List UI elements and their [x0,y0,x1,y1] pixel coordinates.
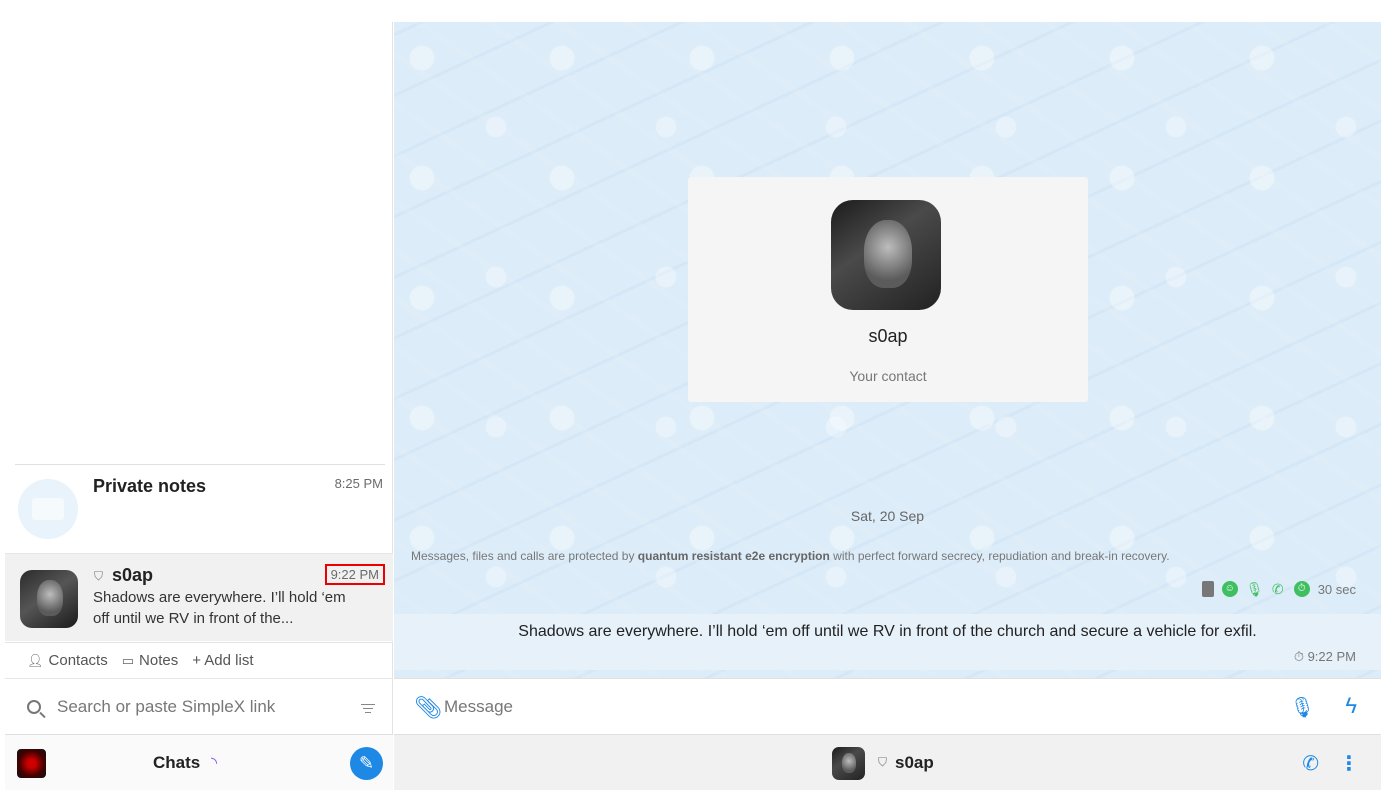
pencil-icon: ✎ [358,753,375,773]
reaction-icon: ☺ [1221,581,1238,597]
verified-shield-icon: ⛉ [878,755,888,769]
message-time: ⏱︎ 9:22 PM [1293,649,1356,664]
notes-folder-icon [18,479,78,539]
chat-filter-tags: 👤︎ Contacts ▭ Notes + Add list [5,642,393,678]
date-separator: Sat, 20 Sep [850,508,925,524]
microphone-icon[interactable]: 🎙︎ [1290,695,1315,720]
chat-item-private-notes[interactable]: Private notes 8:25 PM [15,464,385,552]
encryption-notice: Messages, files and calls are protected … [411,549,1170,563]
phone-icon: ✆ [1271,581,1284,597]
app-window: Private notes 8:25 PM ⛉ s0ap 9:22 PM Sha… [5,22,1381,790]
chat-item-preview: Shadows are everywhere. I’ll hold ‘em of… [93,589,346,627]
left-bottom-bar: Chats ◝ ✎ [5,734,393,790]
person-icon: 👤︎ [27,652,44,668]
more-options-icon[interactable]: ⋮ [1339,751,1359,776]
chat-item-time: 8:25 PM [334,476,383,491]
contact-info-card: s0ap Your contact [688,177,1088,402]
timer-value: 30 sec [1317,581,1356,597]
tag-contacts[interactable]: 👤︎ Contacts [27,652,108,669]
delete-icon [1201,581,1214,597]
attach-icon[interactable]: 📎︎ [414,695,442,721]
tag-notes[interactable]: ▭ Notes [122,652,178,669]
search-input[interactable]: Search or paste SimpleX link [57,697,275,717]
new-chat-button[interactable]: ✎ [350,747,383,780]
timer-icon: ⏱︎ [1293,581,1310,597]
chat-item-time: 9:22 PM [324,564,385,585]
avatar [831,200,941,310]
microphone-icon: 🎙︎ [1245,581,1264,597]
e2e-bold: quantum resistant e2e encryption [637,549,830,563]
chat-item-title: Private notes [93,476,207,496]
avatar [832,747,865,780]
message-composer: 📎︎ 🎙︎ ϟ [394,678,1381,734]
search-icon [27,699,41,714]
message[interactable]: Shadows are everywhere. I’ll hold ‘em of… [394,614,1381,670]
tag-label: Notes [139,652,179,669]
chat-header[interactable]: ⛉ s0ap ✆ ⋮ [394,734,1381,790]
contact-name: s0ap [868,326,908,346]
tag-label: Contacts [48,652,108,669]
chat-item-s0ap[interactable]: ⛉ s0ap 9:22 PM Shadows are everywhere. I… [5,553,393,641]
call-icon[interactable]: ✆ [1302,751,1319,776]
e2e-text: with perfect forward secrecy, repudiatio… [829,549,1170,563]
chat-item-title: s0ap [112,565,154,585]
folder-icon: ▭ [121,652,135,668]
chat-wallpaper [394,22,1381,790]
contact-subtitle: Your contact [849,368,927,384]
e2e-text: Messages, files and calls are protected … [411,549,638,563]
conversation-panel: s0ap Your contact Sat, 20 Sep Messages, … [394,22,1381,790]
user-profile-icon[interactable] [17,749,46,778]
timer-small-icon: ⏱︎ [1293,649,1308,664]
message-text: Shadows are everywhere. I’ll hold ‘em of… [518,623,1257,640]
chats-label: Chats [153,753,201,772]
rss-icon[interactable]: ◝ [211,753,217,773]
add-list-button[interactable]: + Add list [192,652,253,669]
avatar [20,570,78,628]
filter-icon[interactable] [361,701,375,716]
verified-shield-icon: ⛉ [94,569,104,583]
chat-header-name: s0ap [895,753,934,772]
tag-label: + Add list [192,652,254,669]
lightning-icon[interactable]: ϟ [1345,693,1357,719]
message-input[interactable] [444,693,1264,721]
chat-preferences: ☺ 🎙︎ ✆ ⏱︎ 30 sec [1201,581,1356,597]
search-bar[interactable]: Search or paste SimpleX link [5,678,393,734]
chat-list-panel: Private notes 8:25 PM ⛉ s0ap 9:22 PM Sha… [5,22,393,790]
